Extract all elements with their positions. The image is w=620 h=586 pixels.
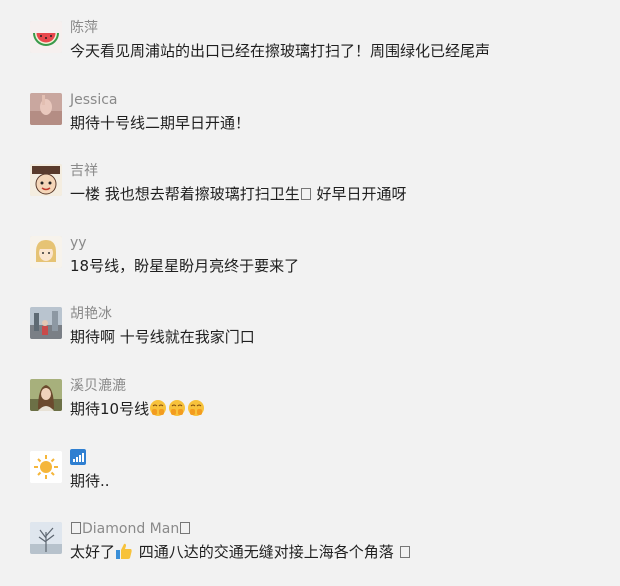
- comment-text-part: 太好了: [70, 543, 116, 561]
- unrendered-emoji-icon: [180, 522, 191, 534]
- comment-item: 吉祥 一楼 我也想去帮着擦玻璃打扫卫生 好早日开通呀: [0, 162, 620, 224]
- comment-text: 一楼 我也想去帮着擦玻璃打扫卫生 好早日开通呀: [70, 184, 407, 204]
- comment-text-part: 期待10号线: [70, 400, 150, 418]
- comment-text: 太好了 四通八达的交通无缝对接上海各个角落: [70, 542, 411, 562]
- user-name[interactable]: yy: [70, 234, 87, 252]
- unrendered-emoji-icon: [300, 188, 311, 200]
- comment-list: 陈萍 今天看见周浦站的出口已经在擦玻璃打扫了！周围绿化已经尾声 Jessica …: [0, 0, 620, 586]
- comment-text: 期待十号线二期早日开通！: [70, 114, 251, 132]
- user-name[interactable]: 吉祥: [70, 162, 98, 180]
- unrendered-emoji-icon: [399, 546, 410, 558]
- comment-item: 期待..: [0, 449, 620, 511]
- comment-item: 陈萍 今天看见周浦站的出口已经在擦玻璃打扫了！周围绿化已经尾声: [0, 19, 620, 81]
- user-name[interactable]: Diamond Man: [70, 520, 191, 538]
- comment-text: 18号线，盼星星盼月亮终于要来了: [70, 257, 300, 275]
- user-name[interactable]: 陈萍: [70, 19, 98, 37]
- comment-item: 溪贝漉漉 期待10号线: [0, 377, 620, 439]
- comment-text: 期待啊 十号线就在我家门口: [70, 328, 255, 346]
- comment-item: 胡艳冰 期待啊 十号线就在我家门口: [0, 305, 620, 367]
- comment-text-part: 一楼 我也想去帮着擦玻璃打扫卫生: [70, 185, 300, 203]
- comment-text: 期待10号线: [70, 399, 206, 419]
- user-name[interactable]: Jessica: [70, 91, 118, 109]
- comment-item: Diamond Man 太好了 四通八达的交通无缝对接上海各个角落: [0, 520, 620, 582]
- street-photo-icon[interactable]: [30, 307, 62, 339]
- winter-tree-icon[interactable]: [30, 522, 62, 554]
- comment-item: yy 18号线，盼星星盼月亮终于要来了: [0, 234, 620, 296]
- sun-icon[interactable]: [30, 451, 62, 483]
- user-name[interactable]: 胡艳冰: [70, 305, 112, 323]
- woman-photo-icon[interactable]: [30, 379, 62, 411]
- comment-text-part: 好早日开通呀: [311, 185, 407, 203]
- comment-text-part: 四通八达的交通无缝对接上海各个角落: [134, 543, 399, 561]
- cartoon-sticker-icon[interactable]: [30, 164, 62, 196]
- comment-text: 今天看见周浦站的出口已经在擦玻璃打扫了！周围绿化已经尾声: [70, 42, 491, 60]
- unrendered-emoji-icon: [71, 522, 81, 534]
- cartoon-girl-icon[interactable]: [30, 236, 62, 268]
- user-name-text: Diamond Man: [82, 521, 180, 537]
- signal-bars-icon: [70, 449, 86, 465]
- hand-photo-icon[interactable]: [30, 93, 62, 125]
- comment-item: Jessica 期待十号线二期早日开通！: [0, 91, 620, 153]
- comment-text: 期待..: [70, 472, 110, 490]
- watermelon-icon[interactable]: [30, 21, 62, 53]
- user-name[interactable]: [70, 449, 86, 468]
- blessed-emoji-icon: [150, 400, 167, 416]
- blessed-emoji-icon: [188, 400, 205, 416]
- blessed-emoji-icon: [169, 400, 186, 416]
- user-name[interactable]: 溪贝漉漉: [70, 377, 126, 395]
- thumbs-up-icon: [116, 543, 132, 559]
